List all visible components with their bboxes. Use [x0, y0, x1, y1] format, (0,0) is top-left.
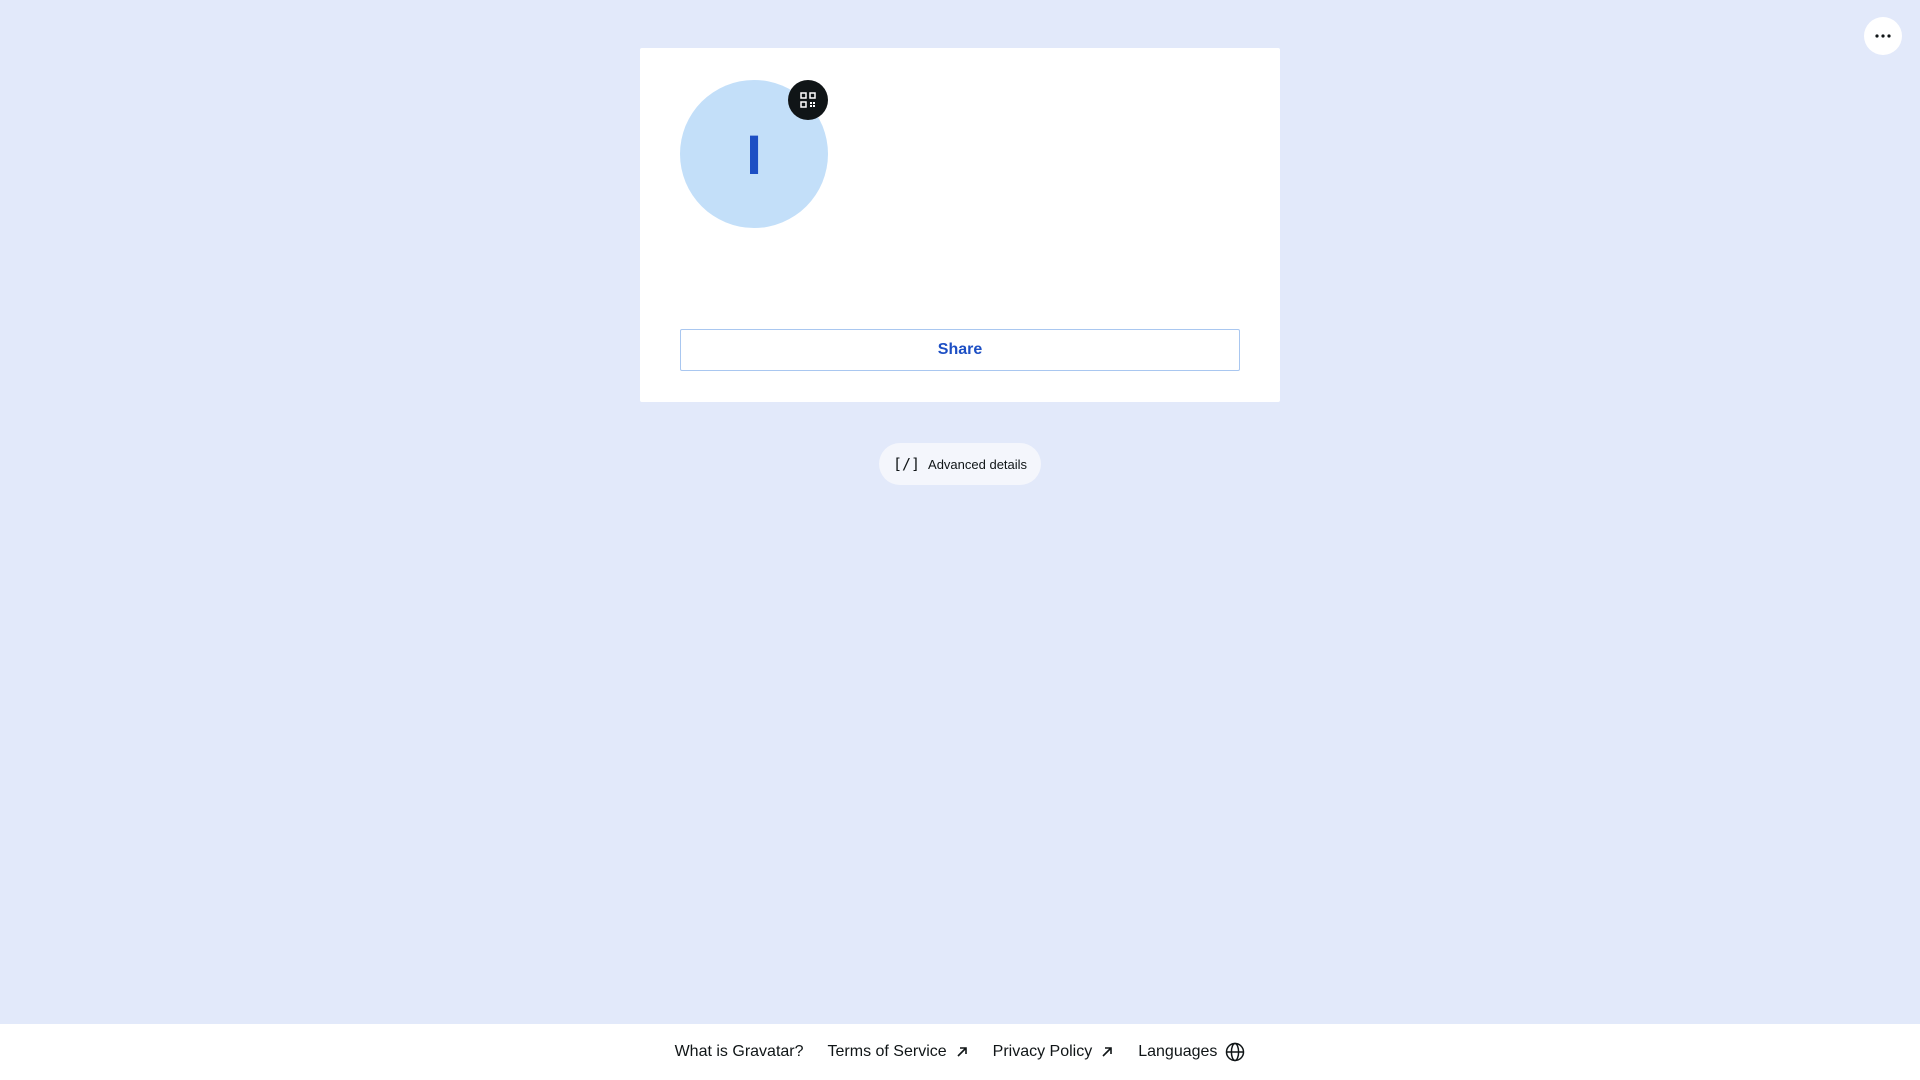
footer-link-label: Languages	[1138, 1043, 1218, 1060]
qr-code-icon	[800, 92, 816, 108]
code-brackets-icon: [/]	[892, 455, 921, 473]
footer-link-terms[interactable]: Terms of Service	[828, 1043, 969, 1061]
footer-link-label: Privacy Policy	[992, 1043, 1093, 1060]
footer-link-what-is-gravatar[interactable]: What is Gravatar?	[675, 1043, 804, 1061]
qr-code-button[interactable]	[788, 80, 828, 120]
more-options-button[interactable]	[1864, 17, 1902, 55]
footer-link-languages[interactable]: Languages	[1138, 1042, 1245, 1062]
globe-icon	[1225, 1042, 1245, 1062]
profile-card: I Share	[640, 48, 1280, 402]
external-arrow-icon	[955, 1045, 969, 1059]
footer-link-label: Terms of Service	[827, 1043, 947, 1060]
advanced-details-label: Advanced details	[928, 456, 1028, 472]
share-button[interactable]: Share	[680, 329, 1240, 371]
footer-link-privacy[interactable]: Privacy Policy	[993, 1043, 1115, 1061]
footer: What is Gravatar? Terms of Service Priva…	[0, 1024, 1920, 1080]
external-arrow-icon	[1100, 1045, 1114, 1059]
footer-link-label: What is Gravatar?	[674, 1043, 804, 1060]
avatar-initial: I	[746, 122, 762, 186]
advanced-details-button[interactable]: [/] Advanced details	[879, 443, 1041, 485]
ellipsis-icon	[1875, 34, 1891, 38]
